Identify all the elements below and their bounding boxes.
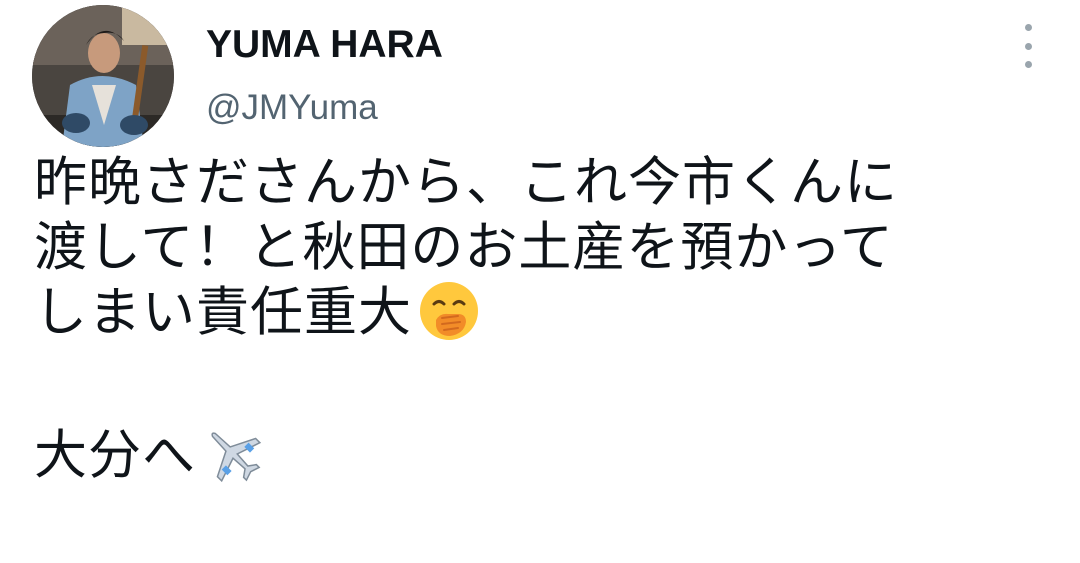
tweet-text-segment: しまい責任重大 (34, 282, 412, 343)
vertical-dots-icon (1024, 42, 1032, 50)
more-options-button[interactable] (1008, 24, 1048, 68)
vertical-dots-icon (1024, 61, 1032, 68)
display-name[interactable]: YUMA HARA (206, 22, 443, 68)
tweet-text: 昨晩さださんから、これ今市くんに 渡して！と秋田のお土産を預かって しまい責任重… (34, 150, 1054, 488)
tweet-text-line: 昨晩さださんから、これ今市くんに (34, 152, 898, 213)
tweet-text-line: 大分へ (34, 423, 1054, 488)
tweet-card: YUMA HARA @JMYuma 昨晩さださんから、これ今市くんに 渡して！と… (0, 0, 1080, 563)
tweet-text-segment: 大分へ (34, 425, 196, 486)
user-handle[interactable]: @JMYuma (206, 86, 378, 130)
avatar-photo (32, 5, 174, 147)
airplane-icon (202, 423, 264, 485)
tweet-text-line: しまい責任重大 (34, 280, 1054, 345)
tweet-text-line: 渡して！と秋田のお土産を預かって (34, 217, 894, 278)
vertical-dots-icon (1024, 24, 1032, 31)
avatar[interactable] (32, 5, 174, 147)
face-with-hand-over-mouth-icon (418, 280, 480, 342)
